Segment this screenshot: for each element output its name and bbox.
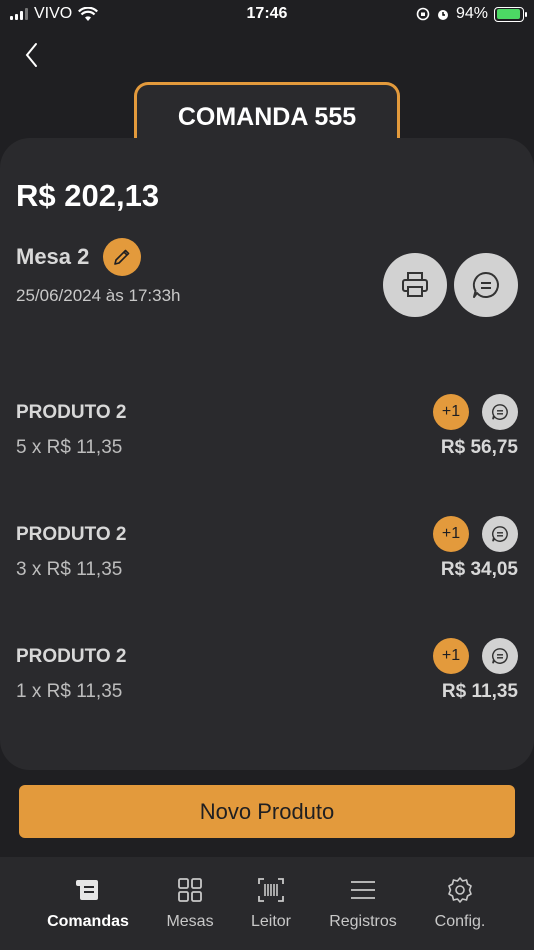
add-one-button[interactable]: +1 — [433, 638, 469, 674]
product-total: R$ 56,75 — [440, 437, 518, 458]
printer-icon — [402, 272, 428, 297]
order-datetime: 25/06/2024 às 17:33h — [16, 286, 181, 305]
bottom-tab-bar: Comandas Mesas Leitor Registros Config. — [0, 857, 534, 950]
chat-bubble-icon — [492, 404, 508, 420]
chat-bubble-icon — [472, 271, 499, 298]
battery-icon — [494, 6, 527, 22]
grid-icon — [178, 878, 202, 902]
comment-button[interactable] — [454, 253, 518, 317]
list-icon — [351, 881, 375, 899]
alarm-icon — [437, 10, 448, 20]
gear-icon — [448, 877, 472, 903]
tab-label: Mesas — [166, 913, 214, 930]
back-button[interactable] — [20, 40, 46, 70]
receipt-icon — [76, 880, 98, 900]
tab-label: Config. — [434, 913, 486, 930]
product-row: PRODUTO 2 1 x R$ 11,35 +1 R$ 11,35 — [16, 638, 518, 708]
product-row: PRODUTO 2 3 x R$ 11,35 +1 R$ 34,05 — [16, 516, 518, 586]
tab-comandas[interactable]: Comandas — [46, 875, 130, 931]
tab-label: Comandas — [47, 913, 129, 930]
chat-bubble-icon — [492, 526, 508, 542]
add-one-button[interactable]: +1 — [433, 516, 469, 552]
status-bar: VIVO 17:46 94% — [0, 0, 534, 30]
product-quantity: 5 x R$ 11,35 — [16, 437, 123, 458]
battery-percent: 94% — [455, 5, 488, 22]
tab-config[interactable]: Config. — [430, 875, 490, 931]
tab-label: Leitor — [250, 913, 292, 930]
pencil-icon — [114, 249, 130, 265]
print-button[interactable] — [383, 253, 447, 317]
edit-mesa-button[interactable] — [103, 238, 142, 276]
new-product-button[interactable]: Novo Produto — [19, 785, 515, 838]
product-note-button[interactable] — [482, 516, 518, 552]
chat-bubble-icon — [492, 648, 508, 664]
product-quantity: 3 x R$ 11,35 — [16, 559, 123, 580]
add-one-button[interactable]: +1 — [433, 394, 469, 430]
product-quantity: 1 x R$ 11,35 — [16, 681, 123, 702]
barcode-icon — [258, 878, 284, 902]
product-note-button[interactable] — [482, 638, 518, 674]
product-total: R$ 34,05 — [440, 559, 518, 580]
tab-leitor[interactable]: Leitor — [244, 875, 298, 931]
tab-mesas[interactable]: Mesas — [160, 875, 220, 931]
order-card: R$ 202,13 Mesa 2 25/06/2024 às 17:33h PR… — [0, 138, 534, 770]
product-name: PRODUTO 2 — [16, 524, 127, 545]
tab-label: Registros — [329, 913, 397, 930]
tab-registros[interactable]: Registros — [324, 875, 402, 931]
product-row: PRODUTO 2 5 x R$ 11,35 +1 R$ 56,75 — [16, 394, 518, 464]
chevron-left-icon — [25, 43, 37, 67]
product-name: PRODUTO 2 — [16, 402, 127, 423]
order-total: R$ 202,13 — [16, 178, 160, 213]
product-total: R$ 11,35 — [441, 681, 518, 702]
lock-rotation-icon — [416, 7, 430, 21]
mesa-label: Mesa 2 — [16, 244, 90, 269]
product-name: PRODUTO 2 — [16, 646, 127, 667]
product-note-button[interactable] — [482, 394, 518, 430]
